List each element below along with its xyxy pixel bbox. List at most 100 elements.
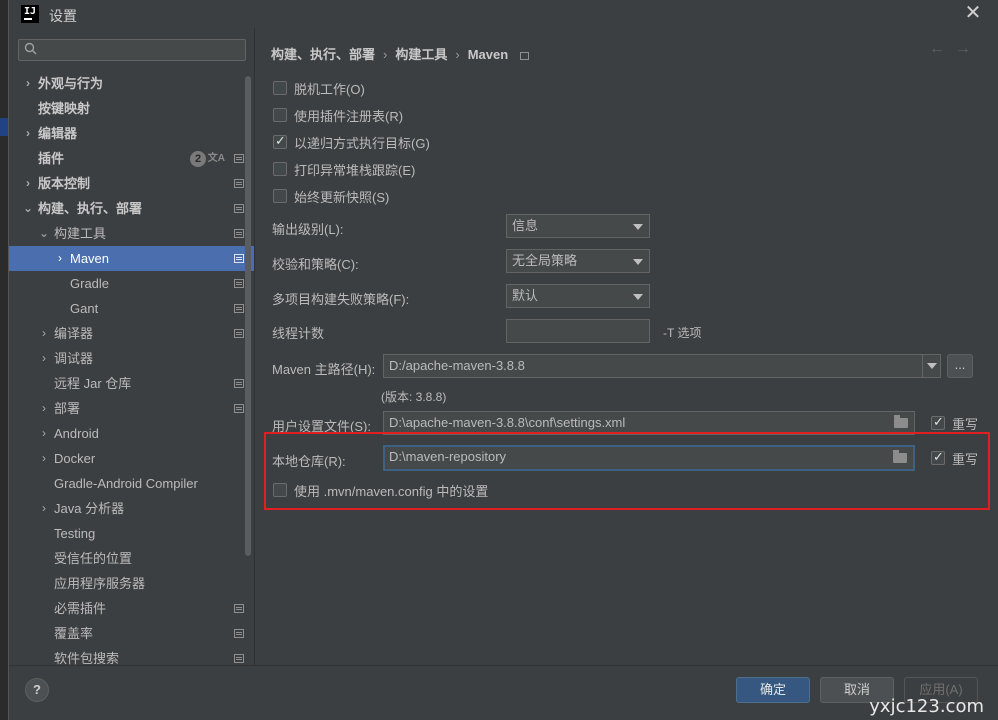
- user-settings-override-row[interactable]: 重写: [931, 413, 978, 433]
- sidebar-item[interactable]: › 外观与行为: [9, 71, 254, 96]
- sidebar-item[interactable]: › Android: [9, 421, 254, 446]
- chevron-down-icon: [633, 294, 643, 300]
- sidebar-item[interactable]: › 调试器: [9, 346, 254, 371]
- local-repo-override-row[interactable]: 重写: [931, 448, 978, 468]
- mvn-config-checkbox[interactable]: [273, 483, 287, 497]
- recursive-checkbox[interactable]: [273, 133, 287, 149]
- output-level-label: 输出级别(L):: [272, 222, 344, 237]
- update-snapshots-checkbox-row[interactable]: 始终更新快照(S): [273, 186, 389, 206]
- sidebar-item[interactable]: Gradle-Android Compiler: [9, 471, 254, 496]
- settings-search-input[interactable]: [18, 39, 246, 61]
- sidebar-item[interactable]: › 版本控制: [9, 171, 254, 196]
- sidebar-item-label: 构建工具: [54, 226, 107, 241]
- chevron-right-icon[interactable]: ›: [38, 321, 50, 346]
- maven-home-dropdown[interactable]: [922, 355, 940, 377]
- chevron-right-icon[interactable]: ›: [38, 421, 50, 446]
- help-button[interactable]: ?: [25, 678, 49, 702]
- settings-tree: › 外观与行为 按键映射 › 编辑器 插件 2 文A › 版本控制 ⌄ 构建、执行、部署 ⌄ 构建工具 › M…: [9, 71, 254, 665]
- chevron-right-icon[interactable]: ›: [38, 446, 50, 471]
- project-scope-icon: [234, 229, 244, 238]
- user-settings-input[interactable]: D:\apache-maven-3.8.8\conf\settings.xml: [383, 411, 915, 435]
- sidebar-item[interactable]: › 部署: [9, 396, 254, 421]
- checksum-value: 无全局策略: [512, 253, 578, 268]
- chevron-right-icon[interactable]: ›: [38, 346, 50, 371]
- maven-home-browse-button[interactable]: ...: [947, 354, 973, 378]
- sidebar-item[interactable]: 覆盖率: [9, 621, 254, 646]
- sidebar-item[interactable]: › Docker: [9, 446, 254, 471]
- chevron-down-icon[interactable]: ⌄: [22, 196, 34, 221]
- folder-icon[interactable]: [893, 450, 907, 463]
- local-repo-input[interactable]: D:\maven-repository: [383, 445, 915, 471]
- sidebar-item-label: Docker: [54, 451, 96, 466]
- sidebar-item[interactable]: ⌄ 构建工具: [9, 221, 254, 246]
- sidebar-item[interactable]: 受信任的位置: [9, 546, 254, 571]
- sidebar-item-label: Java 分析器: [54, 501, 125, 516]
- chevron-right-icon[interactable]: ›: [38, 496, 50, 521]
- close-icon[interactable]: ✕: [963, 3, 983, 23]
- plugin-registry-checkbox[interactable]: [273, 108, 287, 122]
- sidebar-item-label: 构建、执行、部署: [38, 201, 143, 216]
- sidebar-item[interactable]: 插件 2 文A: [9, 146, 254, 171]
- project-scope-icon: [234, 629, 244, 638]
- sidebar-item[interactable]: 必需插件: [9, 596, 254, 621]
- forward-arrow-icon[interactable]: →: [955, 40, 981, 57]
- chevron-right-icon[interactable]: ›: [22, 71, 34, 96]
- stacktrace-checkbox-row[interactable]: 打印异常堆栈跟踪(E): [273, 159, 415, 179]
- local-repo-override-checkbox[interactable]: [931, 449, 945, 465]
- output-level-value: 信息: [512, 218, 539, 233]
- sidebar-item[interactable]: › 编辑器: [9, 121, 254, 146]
- breadcrumb-separator: ›: [383, 47, 388, 62]
- chevron-right-icon[interactable]: ›: [38, 396, 50, 421]
- search-icon: [24, 42, 37, 55]
- sidebar-item[interactable]: ⌄ 构建、执行、部署: [9, 196, 254, 221]
- plugin-registry-checkbox-row[interactable]: 使用插件注册表(R): [273, 105, 403, 125]
- sidebar-item[interactable]: › Maven: [9, 246, 254, 271]
- title-bar: IJ 设置 ✕: [9, 0, 998, 28]
- back-arrow-icon[interactable]: ←: [929, 40, 955, 57]
- sidebar-item[interactable]: 按键映射: [9, 96, 254, 121]
- sidebar-item[interactable]: › Java 分析器: [9, 496, 254, 521]
- breadcrumb-item: 构建工具: [395, 47, 448, 62]
- sidebar-item-label: 编辑器: [38, 126, 78, 141]
- folder-icon[interactable]: [894, 415, 908, 428]
- chevron-right-icon[interactable]: ›: [22, 121, 34, 146]
- user-settings-value: D:\apache-maven-3.8.8\conf\settings.xml: [389, 415, 626, 430]
- chevron-right-icon[interactable]: ›: [22, 171, 34, 196]
- user-settings-override-checkbox[interactable]: [931, 414, 945, 430]
- sidebar-item[interactable]: 远程 Jar 仓库: [9, 371, 254, 396]
- sidebar-item[interactable]: 软件包搜索: [9, 646, 254, 665]
- sidebar-item[interactable]: › 编译器: [9, 321, 254, 346]
- chevron-right-icon[interactable]: ›: [54, 246, 66, 271]
- output-level-select[interactable]: 信息: [506, 214, 650, 238]
- settings-sidebar: › 外观与行为 按键映射 › 编辑器 插件 2 文A › 版本控制 ⌄ 构建、执行、部署 ⌄ 构建工具 › M…: [9, 28, 254, 665]
- sidebar-scrollbar[interactable]: [245, 76, 251, 556]
- mvn-config-checkbox-row[interactable]: 使用 .mvn/maven.config 中的设置: [273, 480, 488, 500]
- update-snapshots-checkbox[interactable]: [273, 189, 287, 203]
- project-scope-icon: [234, 654, 244, 663]
- maven-home-input[interactable]: D:/apache-maven-3.8.8: [383, 354, 941, 378]
- sidebar-item-label: Gradle-Android Compiler: [54, 476, 198, 491]
- watermark-text: yxjc123.com: [869, 696, 984, 717]
- checksum-select[interactable]: 无全局策略: [506, 249, 650, 273]
- offline-label: 脱机工作(O): [294, 81, 365, 97]
- recursive-checkbox-row[interactable]: 以递归方式执行目标(G): [273, 132, 430, 152]
- stacktrace-checkbox[interactable]: [273, 162, 287, 176]
- sidebar-item-label: Gant: [70, 301, 99, 316]
- ok-button[interactable]: 确定: [736, 677, 810, 703]
- offline-checkbox-row[interactable]: 脱机工作(O): [273, 78, 365, 98]
- sidebar-item[interactable]: 应用程序服务器: [9, 571, 254, 596]
- local-repo-label: 本地仓库(R):: [272, 454, 346, 469]
- project-scope-icon: [234, 254, 244, 263]
- breadcrumb-item: 构建、执行、部署: [271, 47, 376, 62]
- offline-checkbox[interactable]: [273, 81, 287, 95]
- project-scope-icon: [234, 154, 244, 163]
- breadcrumb-separator: ›: [455, 47, 460, 62]
- multiproject-select[interactable]: 默认: [506, 284, 650, 308]
- sidebar-item[interactable]: Gant: [9, 296, 254, 321]
- sidebar-item[interactable]: Testing: [9, 521, 254, 546]
- recursive-label: 以递归方式执行目标(G): [294, 135, 430, 151]
- sidebar-item-label: 按键映射: [38, 101, 91, 116]
- chevron-down-icon[interactable]: ⌄: [38, 221, 50, 246]
- threads-input[interactable]: [506, 319, 650, 343]
- sidebar-item[interactable]: Gradle: [9, 271, 254, 296]
